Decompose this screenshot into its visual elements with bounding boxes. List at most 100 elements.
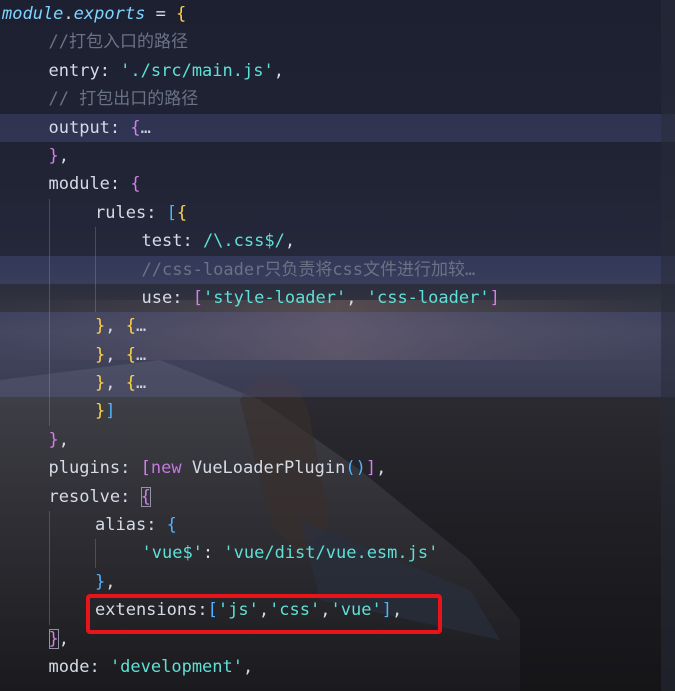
code-token: exports: [73, 4, 146, 24]
indent-guide: [2, 114, 49, 142]
indent-guide: [2, 312, 49, 340]
code-token: test: [141, 231, 183, 252]
code-token: rules: [95, 202, 147, 223]
code-line[interactable]: 'vue$': 'vue/dist/vue.esm.js': [0, 539, 675, 569]
code-token: mode: [48, 656, 90, 677]
code-token: alias: [95, 515, 147, 536]
code-token: }: [95, 373, 106, 394]
code-token: .: [63, 4, 74, 24]
indent-guide: [48, 312, 96, 342]
indent-guide: [48, 397, 96, 427]
code-line[interactable]: }, {…: [0, 312, 675, 342]
code-token: module: [48, 174, 110, 195]
code-line[interactable]: output: {…: [0, 113, 675, 142]
code-token: {: [166, 515, 177, 536]
code-token: …: [135, 316, 147, 337]
vertical-scrollbar[interactable]: [661, 0, 675, 691]
code-line[interactable]: //css-loader只负责将css文件进行加较…: [0, 255, 675, 285]
code-token: './src/main.js': [120, 60, 274, 81]
indent-guide: [2, 199, 49, 227]
code-token: :: [182, 231, 203, 252]
code-token: //打包入口的路径: [48, 32, 188, 53]
code-line[interactable]: }, {…: [0, 369, 675, 398]
code-token: resolve: [48, 486, 121, 507]
indent-guide: [2, 454, 49, 482]
code-line[interactable]: module.exports = {: [0, 0, 675, 28]
indent-guide: [48, 255, 96, 285]
code-token: {: [140, 486, 151, 507]
code-token: {: [125, 344, 136, 365]
indent-guide: [2, 426, 49, 454]
indent-guide: [2, 483, 49, 511]
indent-guide: [2, 625, 49, 653]
code-token: ]: [105, 401, 116, 422]
code-token: 'development': [109, 656, 243, 677]
indent-guide: [2, 341, 49, 369]
code-token: ]: [489, 287, 500, 308]
indent-guide: [48, 369, 96, 398]
indent-guide: [48, 340, 96, 370]
indent-guide: [2, 568, 49, 596]
indent-guide: [2, 596, 49, 624]
indent-guide: [2, 284, 49, 312]
code-token: }: [95, 571, 106, 592]
code-line[interactable]: alias: {: [0, 511, 675, 540]
code-token: }: [48, 628, 59, 649]
code-token: }: [48, 145, 59, 166]
code-token: [: [166, 202, 177, 223]
indent-guide: [2, 511, 49, 539]
code-token: ,: [105, 344, 126, 365]
code-token: :: [120, 458, 141, 479]
code-token: …: [135, 344, 147, 365]
code-line[interactable]: entry: './src/main.js',: [0, 57, 675, 85]
code-token: [: [140, 458, 151, 479]
indent-guide: [48, 227, 96, 256]
indent-guide: [48, 283, 96, 313]
code-line[interactable]: }]: [0, 397, 675, 427]
code-line[interactable]: rules: [{: [0, 198, 675, 228]
red-highlight-box: [86, 594, 442, 634]
code-token: }: [95, 316, 106, 337]
code-token: :: [146, 202, 167, 223]
code-token: {: [176, 202, 188, 223]
code-token: ,: [58, 145, 69, 166]
code-token: =: [145, 4, 177, 24]
code-token: (): [345, 458, 366, 479]
code-token: 'vue/dist/vue.esm.js': [223, 543, 439, 564]
code-line[interactable]: },: [0, 426, 675, 454]
code-token: }: [95, 344, 106, 365]
indent-guide: [95, 283, 142, 313]
code-token: module: [2, 4, 64, 24]
code-line[interactable]: test: /\.css$/,: [0, 227, 675, 256]
code-token: {: [176, 4, 187, 24]
code-token: :: [109, 174, 131, 195]
code-token: …: [135, 373, 147, 394]
code-line[interactable]: },: [0, 142, 675, 170]
code-line[interactable]: },: [0, 567, 675, 597]
code-line[interactable]: // 打包出口的路径: [0, 85, 675, 113]
code-line[interactable]: plugins: [new VueLoaderPlugin()],: [0, 454, 675, 482]
code-line[interactable]: }, {…: [0, 340, 675, 370]
code-token: :: [89, 656, 110, 677]
code-line[interactable]: module: {: [0, 170, 675, 198]
code-token: {: [130, 117, 141, 138]
code-token: output: [48, 117, 110, 138]
code-editor[interactable]: module.exports = { //打包入口的路径 entry: './src…: [0, 0, 675, 691]
code-token: // 打包出口的路径: [48, 89, 199, 110]
indent-guide: [48, 539, 96, 569]
code-line[interactable]: resolve: {: [0, 483, 675, 511]
code-line[interactable]: use: ['style-loader', 'css-loader']: [0, 283, 675, 313]
code-token: ,: [273, 60, 284, 81]
indent-guide: [48, 511, 96, 540]
code-token: /\.css$/: [202, 231, 285, 252]
code-token: :: [120, 486, 141, 507]
code-token: plugins: [48, 458, 121, 479]
code-token: new: [150, 458, 192, 479]
code-token: :: [172, 287, 193, 308]
code-token: ]: [365, 458, 377, 479]
code-token: 'style-loader': [202, 287, 347, 308]
code-token: {: [125, 316, 136, 337]
code-line[interactable]: //打包入口的路径: [0, 28, 675, 56]
code-line[interactable]: mode: 'development',: [0, 653, 675, 681]
indent-guide: [2, 539, 49, 567]
